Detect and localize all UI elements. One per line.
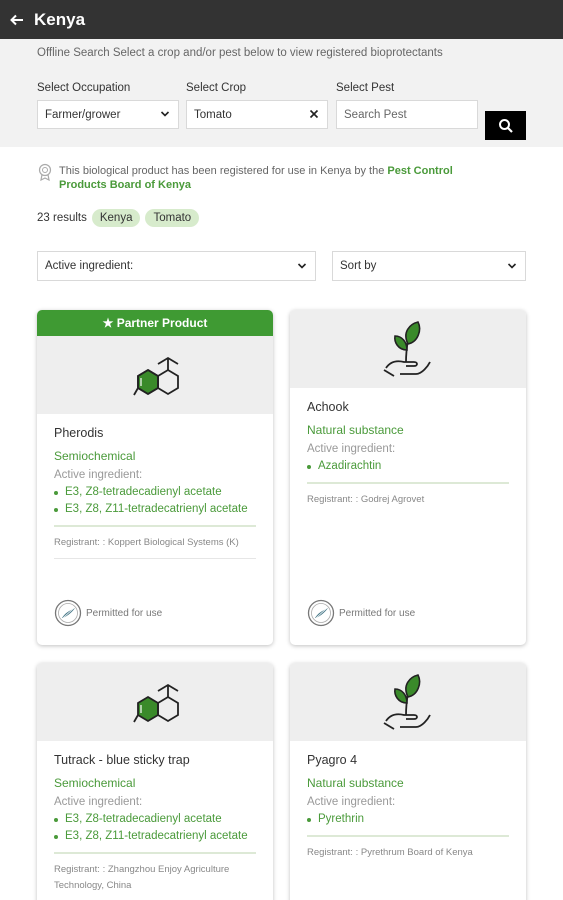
crop-select[interactable]: Tomato bbox=[186, 100, 328, 129]
results-summary: 23 results Kenya Tomato bbox=[37, 209, 200, 227]
active-ingredient-label: Active ingredient: bbox=[54, 469, 143, 481]
crop-label: Select Crop bbox=[186, 82, 247, 94]
occupation-select[interactable]: Farmer/grower bbox=[37, 100, 179, 129]
molecule-icon bbox=[133, 356, 179, 396]
award-icon bbox=[38, 163, 52, 181]
filter-chip-country[interactable]: Kenya bbox=[91, 209, 141, 227]
clear-icon[interactable] bbox=[309, 109, 319, 119]
permitted-badge-icon bbox=[54, 599, 82, 627]
product-image bbox=[37, 663, 273, 741]
offline-search-note: Offline Search Select a crop and/or pest… bbox=[37, 47, 443, 59]
permitted-text: Permitted for use bbox=[339, 607, 416, 619]
active-ingredient-item: E3, Z8-tetradecadienyl acetate bbox=[54, 811, 256, 828]
search-panel: Offline Search Select a crop and/or pest… bbox=[0, 39, 563, 147]
partner-product-banner: ★ Partner Product bbox=[37, 310, 273, 336]
product-image bbox=[290, 310, 526, 388]
app-bar: Kenya bbox=[0, 0, 563, 39]
registrant: Registrant: : Zhangzhou Enjoy Agricultur… bbox=[54, 864, 230, 891]
filter-chip-crop[interactable]: Tomato bbox=[145, 209, 200, 227]
active-ingredient-filter-label: Active ingredient: bbox=[45, 260, 134, 272]
page-title: Kenya bbox=[34, 9, 86, 29]
search-button[interactable] bbox=[485, 111, 526, 140]
product-card-pyagro[interactable]: Pyagro 4 Natural substance Active ingred… bbox=[290, 663, 526, 900]
occupation-label: Select Occupation bbox=[37, 82, 131, 94]
registrant: Registrant: : Godrej Agrovet bbox=[307, 494, 425, 505]
active-ingredient-filter[interactable]: Active ingredient: bbox=[37, 251, 316, 281]
active-ingredient-item: E3, Z8-tetradecadienyl acetate bbox=[54, 484, 256, 501]
product-type: Semiochemical bbox=[54, 776, 136, 790]
active-ingredient-label: Active ingredient: bbox=[54, 796, 143, 808]
registrant: Registrant: : Koppert Biological Systems… bbox=[54, 537, 239, 548]
active-ingredient-item: Pyrethrin bbox=[307, 811, 509, 828]
product-card-pherodis[interactable]: ★ Partner Product Pherodis Semiochemical… bbox=[37, 310, 273, 645]
permitted-badge-icon bbox=[307, 599, 335, 627]
pest-search-input[interactable]: Search Pest bbox=[336, 100, 478, 129]
active-ingredient-item: E3, Z8, Z11-tetradecatrienyl acetate bbox=[54, 501, 256, 518]
product-name: Achook bbox=[307, 400, 349, 414]
sort-by-label: Sort by bbox=[340, 260, 377, 272]
chevron-down-icon bbox=[297, 263, 307, 269]
back-button[interactable] bbox=[0, 0, 34, 39]
divider bbox=[307, 835, 509, 837]
pest-placeholder: Search Pest bbox=[344, 108, 407, 121]
chevron-down-icon bbox=[507, 263, 517, 269]
chevron-down-icon bbox=[160, 111, 170, 117]
product-name: Pyagro 4 bbox=[307, 753, 358, 767]
divider bbox=[307, 482, 509, 484]
divider bbox=[54, 525, 256, 527]
sort-by-select[interactable]: Sort by bbox=[332, 251, 526, 281]
crop-value: Tomato bbox=[194, 108, 232, 121]
divider bbox=[54, 852, 256, 854]
permitted-text: Permitted for use bbox=[86, 607, 163, 619]
occupation-value: Farmer/grower bbox=[45, 108, 121, 121]
active-ingredient-label: Active ingredient: bbox=[307, 443, 396, 455]
active-ingredient-label: Active ingredient: bbox=[307, 796, 396, 808]
product-image bbox=[290, 663, 526, 741]
permitted-status: Permitted for use bbox=[54, 599, 162, 627]
arrow-left-icon bbox=[10, 14, 23, 25]
product-type: Natural substance bbox=[307, 776, 404, 790]
product-type: Semiochemical bbox=[54, 449, 136, 463]
product-card-achook[interactable]: Achook Natural substance Active ingredie… bbox=[290, 310, 526, 645]
plant-in-hand-icon bbox=[383, 674, 431, 730]
product-card-tutrack[interactable]: Tutrack - blue sticky trap Semiochemical… bbox=[37, 663, 273, 900]
notice-text: This biological product has been registe… bbox=[59, 165, 388, 177]
product-image bbox=[37, 336, 273, 414]
molecule-icon bbox=[133, 683, 179, 723]
pest-label: Select Pest bbox=[336, 82, 395, 94]
product-name: Pherodis bbox=[54, 426, 104, 440]
results-count: 23 results bbox=[37, 212, 87, 224]
active-ingredient-item: E3, Z8, Z11-tetradecatrienyl acetate bbox=[54, 828, 256, 845]
product-name: Tutrack - blue sticky trap bbox=[54, 753, 190, 767]
plant-in-hand-icon bbox=[383, 321, 431, 377]
permitted-status: Permitted for use bbox=[307, 599, 415, 627]
search-icon bbox=[498, 118, 513, 133]
product-type: Natural substance bbox=[307, 423, 404, 437]
active-ingredient-item: Azadirachtin bbox=[307, 458, 509, 475]
registrant: Registrant: : Pyrethrum Board of Kenya bbox=[307, 847, 473, 858]
